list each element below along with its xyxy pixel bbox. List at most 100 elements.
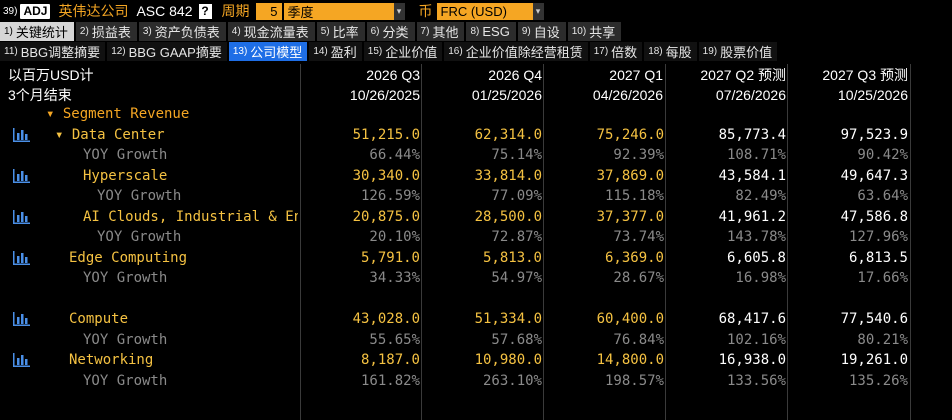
cell-value: 108.71% [726,147,786,163]
cell-value: 28.67% [613,270,664,286]
table-row[interactable]: Compute 43,028.0 51,334.0 60,400.0 68,417.6 7… [0,309,952,329]
column-header[interactable]: 2026 Q3 10/26/2025 [300,65,420,105]
tab-number: 6) [370,26,380,37]
tab-1[interactable]: 2) 损益表 [75,22,137,41]
table-row[interactable]: Hyperscale 30,340.0 33,814.0 37,869.0 43,584… [0,166,952,186]
tab-number: 16) [448,46,463,57]
table-row[interactable]: Edge Computing 5,791.0 5,813.0 6,369.0 6,605… [0,248,952,268]
table-row[interactable]: Networking 8,187.0 10,980.0 14,800.0 16,938.… [0,350,952,370]
row-label: Compute [69,311,129,327]
currency-select[interactable]: FRC (USD) [436,2,533,20]
chart-icon[interactable] [13,168,30,183]
top-bar: 39) ADJ 英伟达公司 ASC 842 ? 周期 5 季度 ▾ 币 FRC … [0,0,952,22]
cell-value: 77,540.6 [840,311,908,327]
cell-value: 126.59% [360,188,420,204]
period-dropdown-icon[interactable]: ▾ [393,2,405,20]
tab-label: 其他 [432,25,459,40]
column-header[interactable]: 2026 Q4 01/25/2026 [422,65,542,105]
column-header[interactable]: 2027 Q2 预测 07/26/2026 [666,65,786,105]
cell-value: 37,869.0 [596,167,664,184]
tab-4[interactable]: 5) 比率 [316,22,365,41]
subtab-6[interactable]: 17) 倍数 [589,42,643,61]
tab-2[interactable]: 3) 资产负债表 [138,22,226,41]
column-title: 2027 Q2 预测 [700,67,786,83]
tab-9[interactable]: 10) 共享 [567,22,622,41]
table-row[interactable]: ▾ Segment Revenue [0,104,952,124]
chart-icon[interactable] [13,127,30,142]
table-row[interactable] [0,289,952,309]
chart-icon[interactable] [13,353,30,367]
tab-number: 9) [521,26,531,37]
tab-number: 15) [367,46,383,57]
cell-value: 20.10% [369,229,420,245]
tab-8[interactable]: 9) 自设 [517,22,566,41]
cell-value: 55.65% [369,331,420,348]
adj-button[interactable]: ADJ [20,3,51,19]
table-row[interactable]: AI Clouds, Industrial & Enter… 20,875.0 28… [0,207,952,227]
cell-value: 77.09% [491,188,542,204]
subtab-8[interactable]: 19) 股票价值 [698,42,778,61]
subtab-1[interactable]: 12) BBG GAAP摘要 [107,42,227,61]
cell-value: 161.82% [360,372,420,389]
table-row[interactable]: YOY Growth 126.59% 77.09% 115.18% 82.49% 63.6… [0,186,952,206]
tab-number: 3) [142,26,152,37]
tab-label: 盈利 [330,45,357,60]
cell-value: 8,187.0 [360,352,420,368]
column-header[interactable]: 2027 Q1 04/26/2026 [543,65,663,105]
table-row[interactable]: YOY Growth 34.33% 54.97% 28.67% 16.98% 17.66% [0,268,952,288]
chart-icon[interactable] [13,250,30,265]
cell-value: 80.21% [857,331,908,348]
row-label: ▾ Data Center [55,126,165,143]
cell-value: 5,813.0 [482,249,542,266]
tab-label: BBG调整摘要 [20,45,101,60]
currency-dropdown-icon[interactable]: ▾ [532,2,544,20]
tab-number: 5) [320,26,330,37]
cell-value: 30,340.0 [352,167,420,184]
chart-icon[interactable] [13,312,30,326]
column-title: 2027 Q3 预测 [822,67,908,83]
cell-value: 127.96% [848,229,908,245]
period-select[interactable]: 季度 [283,2,394,20]
subtab-4[interactable]: 15) 企业价值 [363,42,443,61]
cell-value: 115.18% [604,188,664,204]
row-label: Edge Computing [69,249,188,266]
tab-number: 2) [79,26,89,37]
tab-3[interactable]: 4) 现金流量表 [227,22,315,41]
tab-0[interactable]: 1) 关键统计 [0,22,74,41]
tab-number: 12) [111,46,126,57]
tab-label: 企业价值除经营租赁 [465,45,583,60]
table-row[interactable]: YOY Growth 55.65% 57.68% 76.84% 102.16% 80.21… [0,330,952,350]
table-row[interactable]: YOY Growth 20.10% 72.87% 73.74% 143.78% 127.9… [0,227,952,247]
column-header[interactable]: 2027 Q3 预测 10/25/2026 [788,65,908,105]
cell-value: 47,586.8 [840,208,908,225]
cell-value: 133.56% [726,372,786,389]
subtab-0[interactable]: 11) BBG调整摘要 [0,42,106,61]
cell-value: 6,605.8 [726,249,786,266]
cell-value: 20,875.0 [352,208,420,225]
cell-value: 75.14% [491,147,542,163]
subtab-5[interactable]: 16) 企业价值除经营租赁 [444,42,588,61]
tab-5[interactable]: 6) 分类 [366,22,415,41]
subtab-7[interactable]: 18) 每股 [644,42,697,61]
subtab-3[interactable]: 14) 盈利 [309,42,362,61]
chart-icon[interactable] [13,209,30,224]
row-label: Networking [69,352,154,368]
tab-7[interactable]: 8) ESG [466,22,516,41]
cell-value: 57.68% [491,331,542,348]
table-header: 以百万USD计 3个月结束 2026 Q3 10/26/2025 2026 Q4… [0,64,952,104]
table-row[interactable]: YOY Growth 161.82% 263.10% 198.57% 133.56% 13… [0,371,952,391]
tab-label: 自设 [533,25,560,40]
subtab-2[interactable]: 13) 公司模型 [228,42,308,61]
cell-value: 263.10% [482,372,542,389]
tab-label: 比率 [332,25,359,40]
table-row[interactable]: ▾ Data Center 51,215.0 62,314.0 75,246.0 85,… [0,125,952,145]
table-row[interactable]: YOY Growth 66.44% 75.14% 92.39% 108.71% 90.42… [0,145,952,165]
cell-value: 72.87% [491,229,542,245]
cell-value: 198.57% [604,372,664,389]
row-label: AI Clouds, Industrial & Enter… [83,208,298,225]
help-button[interactable]: ? [198,3,212,19]
cell-value: 54.97% [491,270,542,286]
cell-value: 92.39% [613,147,664,163]
tab-6[interactable]: 7) 其他 [416,22,465,41]
period-number-input[interactable]: 5 [255,2,282,20]
